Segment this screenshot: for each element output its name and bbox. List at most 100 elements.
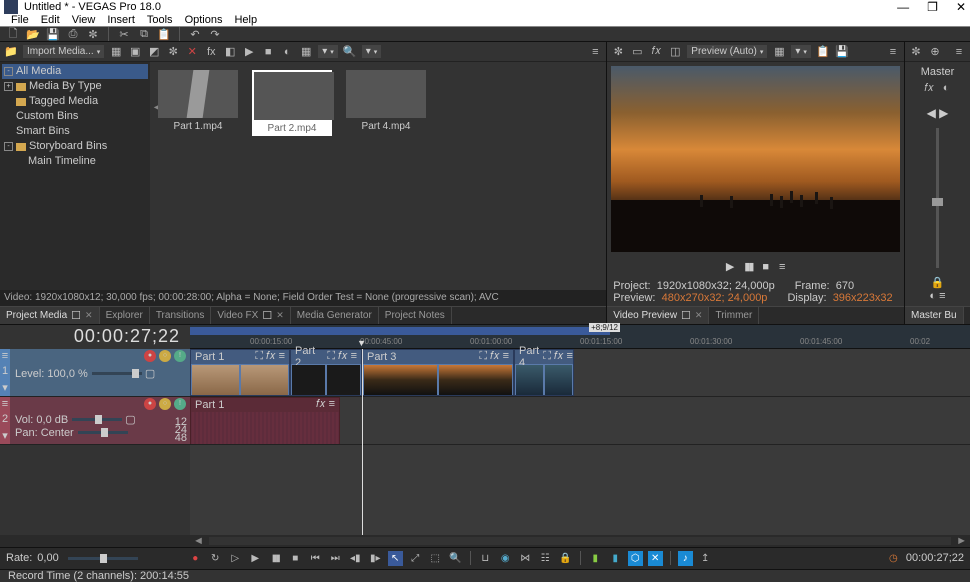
- tab-project-media[interactable]: Project Media ☐ ✕: [0, 307, 100, 324]
- media-thumb[interactable]: Part 4.mp4: [346, 70, 426, 132]
- auto-crossfade-button[interactable]: ⋈: [518, 551, 533, 566]
- save-snapshot-icon[interactable]: 💾: [835, 45, 849, 59]
- fx-icon[interactable]: 𝑓𝑥: [316, 398, 326, 411]
- media-thumbs[interactable]: ◄ Part 1.mp4Part 2.mp4Part 4.mp4: [150, 62, 606, 290]
- grid-icon[interactable]: ▦: [772, 45, 786, 59]
- fx-icon[interactable]: 𝑓𝑥: [554, 350, 564, 363]
- playhead[interactable]: [362, 349, 363, 535]
- marker-button[interactable]: ▮: [588, 551, 603, 566]
- current-timecode[interactable]: 00:00:27;22: [0, 326, 190, 347]
- stop-button[interactable]: ■: [762, 261, 769, 273]
- search-toggle[interactable]: ▾: [318, 45, 338, 58]
- video-lane[interactable]: Part 1⛶𝑓𝑥≡Part 2⛶𝑓𝑥≡Part 3⛶𝑓𝑥≡Part 4⛶𝑓𝑥≡: [190, 349, 970, 397]
- pan-slider[interactable]: [78, 431, 128, 434]
- search-drop[interactable]: ▾: [362, 45, 382, 58]
- audio-lane[interactable]: Part 1𝑓𝑥≡: [190, 397, 970, 445]
- video-clip[interactable]: Part 4⛶𝑓𝑥≡: [514, 349, 574, 396]
- crop-icon[interactable]: ⛶: [543, 350, 551, 363]
- next-frame-button[interactable]: ▮▸: [368, 551, 383, 566]
- maximize-button[interactable]: ❐: [927, 0, 938, 14]
- menu-icon[interactable]: ≡: [351, 350, 357, 363]
- props-icon[interactable]: ✼: [166, 45, 180, 59]
- tree-item[interactable]: -All Media: [2, 64, 148, 79]
- pause-button[interactable]: ▮▮: [268, 551, 283, 566]
- lock-button[interactable]: 🔒: [558, 551, 573, 566]
- panel-menu-icon[interactable]: ≡: [886, 45, 900, 59]
- video-clip[interactable]: Part 2⛶𝑓𝑥≡: [290, 349, 362, 396]
- tree-item[interactable]: Tagged Media: [2, 94, 148, 109]
- tree-item[interactable]: -Storyboard Bins: [2, 139, 148, 154]
- save-icon[interactable]: 💾: [46, 27, 60, 41]
- media-tree[interactable]: -All Media+Media By TypeTagged MediaCust…: [0, 62, 150, 290]
- fx-icon[interactable]: 𝑓𝑥: [338, 350, 348, 363]
- capture-icon[interactable]: ▦: [109, 45, 123, 59]
- menu-view[interactable]: View: [67, 14, 101, 26]
- insert-fx-icon[interactable]: ⊕: [928, 45, 942, 59]
- mono-icon[interactable]: ≡: [939, 290, 945, 302]
- close-tab-icon[interactable]: ✕: [85, 310, 93, 321]
- copy-icon[interactable]: ⧉: [137, 27, 151, 41]
- split-icon[interactable]: ◫: [668, 45, 682, 59]
- envelope-tool[interactable]: ⤢: [408, 551, 423, 566]
- menu-icon[interactable]: ≡: [566, 350, 572, 363]
- panel-menu-icon[interactable]: ≡: [952, 45, 966, 59]
- views-icon[interactable]: ▦: [299, 45, 313, 59]
- menu-button[interactable]: ≡: [779, 261, 785, 273]
- ruler-marker[interactable]: +8;9/12: [589, 323, 620, 332]
- autopreview-icon[interactable]: ◐: [280, 45, 294, 59]
- snapshot-icon[interactable]: 📋: [816, 45, 830, 59]
- paste-icon[interactable]: 📋: [157, 27, 171, 41]
- close-tab-icon[interactable]: ✕: [276, 310, 284, 321]
- stop-button[interactable]: ■: [288, 551, 303, 566]
- remove-icon[interactable]: ✕: [185, 45, 199, 59]
- tree-item[interactable]: Main Timeline: [2, 154, 148, 169]
- render-icon[interactable]: ⎙: [66, 27, 80, 41]
- prev-frame-button[interactable]: ◂▮: [348, 551, 363, 566]
- properties-icon[interactable]: ✼: [86, 27, 100, 41]
- pin-icon[interactable]: ☐: [262, 309, 272, 322]
- lock-icon[interactable]: 🔒: [931, 276, 945, 290]
- pin-icon[interactable]: ☐: [681, 309, 691, 322]
- menu-tools[interactable]: Tools: [142, 14, 178, 26]
- select-icon[interactable]: ◩: [147, 45, 161, 59]
- play-button[interactable]: ▶: [726, 260, 734, 273]
- region-button[interactable]: ▮: [608, 551, 623, 566]
- tab-project-notes[interactable]: Project Notes: [379, 307, 452, 324]
- video-track-header[interactable]: ≡1▾ ●○! Level: 100,0 % ▢: [0, 349, 190, 397]
- ai-button-1[interactable]: ⬡: [628, 551, 643, 566]
- video-preview[interactable]: [611, 66, 900, 252]
- play-start-button[interactable]: ▷: [228, 551, 243, 566]
- media-thumb[interactable]: Part 1.mp4: [158, 70, 238, 132]
- crop-icon[interactable]: ⛶: [479, 350, 487, 363]
- tree-item[interactable]: Smart Bins: [2, 124, 148, 139]
- crop-icon[interactable]: ⛶: [255, 350, 263, 363]
- loop-button[interactable]: ↻: [208, 551, 223, 566]
- play-icon[interactable]: ▶: [242, 45, 256, 59]
- position-timecode[interactable]: 00:00:27;22: [906, 552, 964, 564]
- normal-edit-tool[interactable]: ↖: [388, 551, 403, 566]
- preview-props-icon[interactable]: ✼: [611, 45, 625, 59]
- record-arm-icon[interactable]: ●: [144, 398, 156, 410]
- gear-icon[interactable]: ✼: [909, 45, 923, 59]
- master-mute-icon[interactable]: ◐: [939, 81, 953, 95]
- tab-trimmer[interactable]: Trimmer: [709, 307, 759, 324]
- new-icon[interactable]: 🗋: [6, 27, 20, 41]
- open-icon[interactable]: 📂: [26, 27, 40, 41]
- track-lanes[interactable]: Part 1⛶𝑓𝑥≡Part 2⛶𝑓𝑥≡Part 3⛶𝑓𝑥≡Part 4⛶𝑓𝑥≡…: [190, 349, 970, 535]
- crop-icon[interactable]: ⛶: [327, 350, 335, 363]
- solo-icon[interactable]: !: [174, 398, 186, 410]
- tab-master-bus[interactable]: Master Bu: [905, 307, 964, 324]
- solo-icon[interactable]: !: [174, 350, 186, 362]
- tab-video-fx[interactable]: Video FX ☐ ✕: [211, 307, 290, 324]
- record-button[interactable]: ●: [188, 551, 203, 566]
- snap-button[interactable]: ⊔: [478, 551, 493, 566]
- ai-button-2[interactable]: ✕: [648, 551, 663, 566]
- vol-slider[interactable]: [72, 418, 122, 421]
- panel-menu-icon[interactable]: ≡: [588, 45, 602, 59]
- selection-tool[interactable]: ⬚: [428, 551, 443, 566]
- play-button[interactable]: ▶: [248, 551, 263, 566]
- master-fx-icon[interactable]: 𝑓𝑥: [922, 82, 936, 96]
- menu-icon[interactable]: ≡: [279, 350, 285, 363]
- close-tab-icon[interactable]: ✕: [695, 310, 703, 321]
- preview-quality-dropdown[interactable]: Preview (Auto): [687, 45, 767, 58]
